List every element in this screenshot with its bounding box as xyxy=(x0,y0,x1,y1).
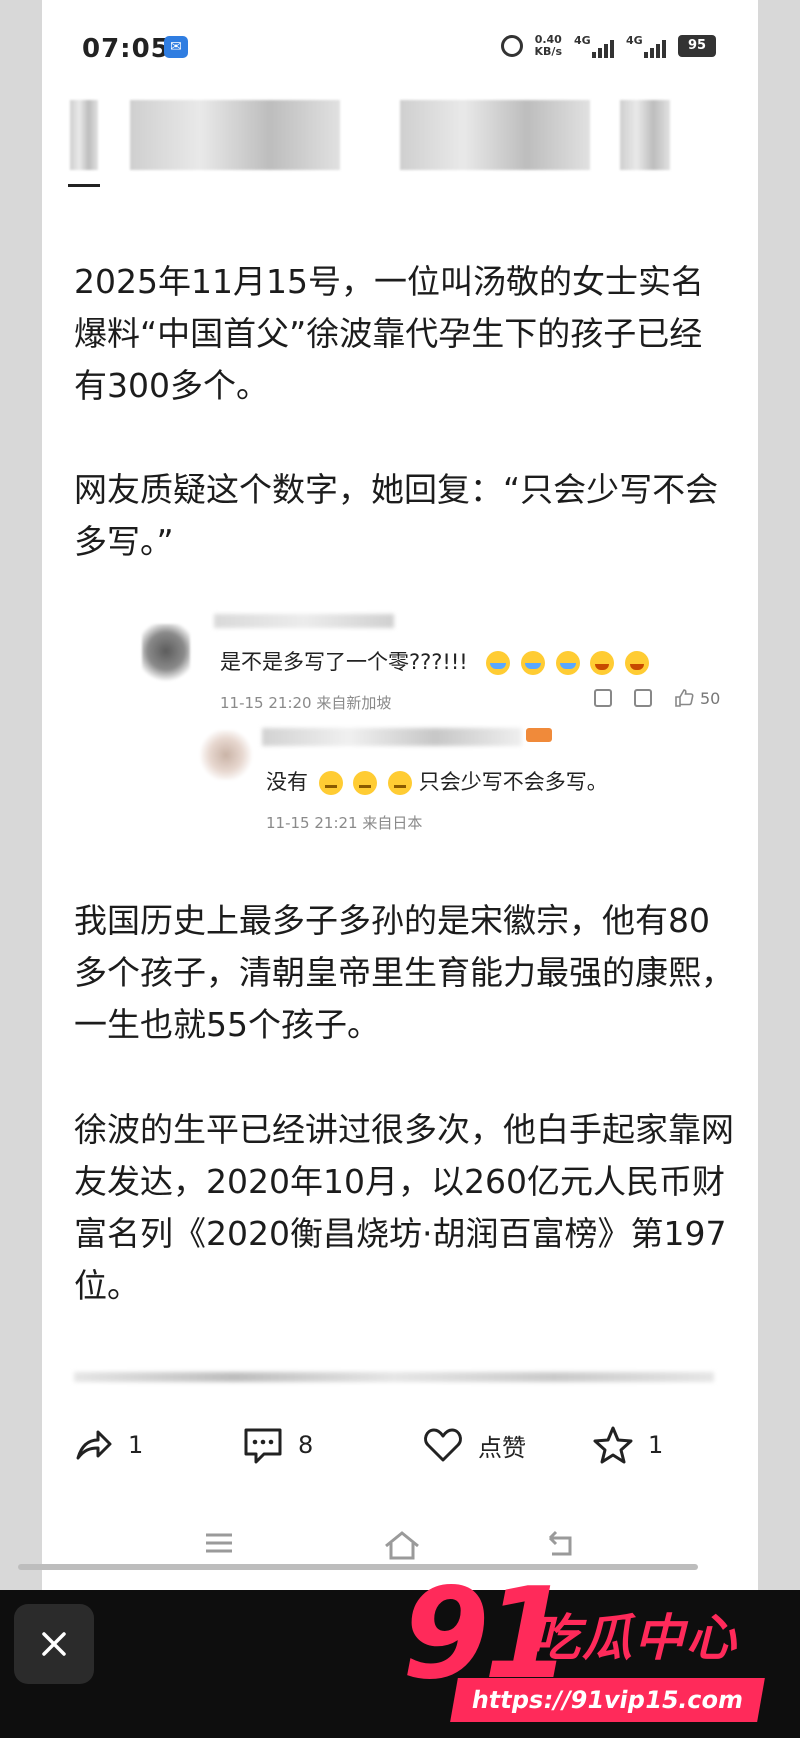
heart-icon xyxy=(424,1428,462,1462)
logo-text: 吃瓜中心 xyxy=(530,1609,738,1667)
status-bar: 07:05 ✉ 0.40 KB/s 4G 4G 95 xyxy=(42,22,758,76)
action-bar: 1 8 点赞 1 xyxy=(42,1404,758,1484)
crying-emoji-icon xyxy=(521,651,546,675)
comment-button[interactable]: 8 xyxy=(242,1424,313,1466)
alarm-icon xyxy=(500,35,523,57)
comment-icon xyxy=(244,1428,282,1464)
close-button[interactable] xyxy=(14,1604,94,1684)
network-type-1: 4G xyxy=(574,34,591,47)
network-type-2: 4G xyxy=(626,34,643,47)
like-button[interactable]: 点赞 xyxy=(422,1424,526,1466)
comment-like: 50 xyxy=(674,688,720,708)
article-paragraph-4: 徐波的生平已经讲过很多次，他白手起家靠网友发达，2020年10月，以260亿元人… xyxy=(74,1110,734,1305)
article-paragraph-2: 网友质疑这个数字，她回复：“只会少写不会多写。” xyxy=(74,470,719,561)
network-speed: 0.40 KB/s xyxy=(535,34,562,58)
share-icon xyxy=(76,1430,112,1460)
laughing-emoji-icon xyxy=(625,651,650,675)
home-icon[interactable] xyxy=(382,1528,422,1562)
network-speed-unit: KB/s xyxy=(534,45,562,58)
reply-icon xyxy=(634,689,652,707)
crying-emoji-icon xyxy=(486,651,511,675)
comment-actions: 50 xyxy=(594,688,720,708)
comment-text-2-prefix: 没有 xyxy=(266,770,308,794)
menu-icon[interactable] xyxy=(202,1528,236,1558)
crying-emoji-icon xyxy=(555,651,580,675)
notification-app-icon: ✉ xyxy=(164,36,188,58)
article-paragraph-1: 2025年11月15号，一位叫汤敬的女士实名爆料“中国首父”徐波靠代孕生下的孩子… xyxy=(74,262,704,405)
section-dash xyxy=(68,184,100,187)
user-badge xyxy=(526,728,552,742)
comment-meta-2: 11-15 21:21 来自日本 xyxy=(266,814,423,832)
star-icon xyxy=(593,1426,633,1464)
laughing-emoji-icon xyxy=(590,651,615,675)
avatar xyxy=(200,730,252,780)
signal-icon-1: 4G xyxy=(574,34,614,58)
comment-like-count: 50 xyxy=(700,688,721,708)
edit-icon xyxy=(594,689,612,707)
signal-icon-2: 4G xyxy=(626,34,666,58)
close-icon xyxy=(42,1632,66,1656)
site-watermark-logo[interactable]: 91 吃瓜中心 https://91vip15.com xyxy=(402,1560,782,1730)
favorite-button[interactable]: 1 xyxy=(592,1424,663,1466)
blurred-header-text xyxy=(60,100,750,170)
comment-text-1-body: 是不是多写了一个零???!!! xyxy=(220,650,468,674)
share-button[interactable]: 1 xyxy=(72,1424,143,1466)
unamused-emoji-icon xyxy=(388,771,413,795)
battery-icon: 95 xyxy=(678,35,716,57)
comment-count: 8 xyxy=(298,1431,314,1459)
comment-meta-1: 11-15 21:20 来自新加坡 xyxy=(220,694,392,712)
logo-url: https://91vip15.com xyxy=(450,1678,766,1722)
thumbs-up-icon xyxy=(675,689,694,707)
comment-text-1: 是不是多写了一个零???!!! xyxy=(220,646,650,676)
reply-username-blurred xyxy=(262,728,522,746)
like-label: 点赞 xyxy=(478,1433,526,1462)
share-count: 1 xyxy=(128,1431,144,1459)
avatar xyxy=(142,624,190,684)
faded-text-line xyxy=(74,1372,714,1382)
comment-username-blurred xyxy=(214,614,394,628)
emoji-group xyxy=(482,650,650,675)
status-time: 07:05 xyxy=(82,34,170,64)
screenshot-left-margin xyxy=(0,0,42,1590)
unamused-emoji-icon xyxy=(318,771,343,795)
back-icon[interactable] xyxy=(542,1528,578,1560)
comment-text-2-body: 只会少写不会多写。 xyxy=(418,770,608,794)
screenshot-right-margin xyxy=(758,0,800,1590)
comment-text-2: 没有 只会少写不会多写。 xyxy=(266,766,608,796)
article-paragraph-3: 我国历史上最多子多孙的是宋徽宗，他有80多个孩子，清朝皇帝里生育能力最强的康熙，… xyxy=(74,901,734,1044)
comment-screenshot: 是不是多写了一个零???!!! 11-15 21:20 来自新加坡 50 没有 xyxy=(102,608,720,848)
favorite-count: 1 xyxy=(648,1431,664,1459)
article-screen: 07:05 ✉ 0.40 KB/s 4G 4G 95 2025年11月15号，一… xyxy=(42,0,758,1590)
status-right-icons: 0.40 KB/s 4G 4G 95 xyxy=(500,34,716,58)
unamused-emoji-icon xyxy=(353,771,378,795)
